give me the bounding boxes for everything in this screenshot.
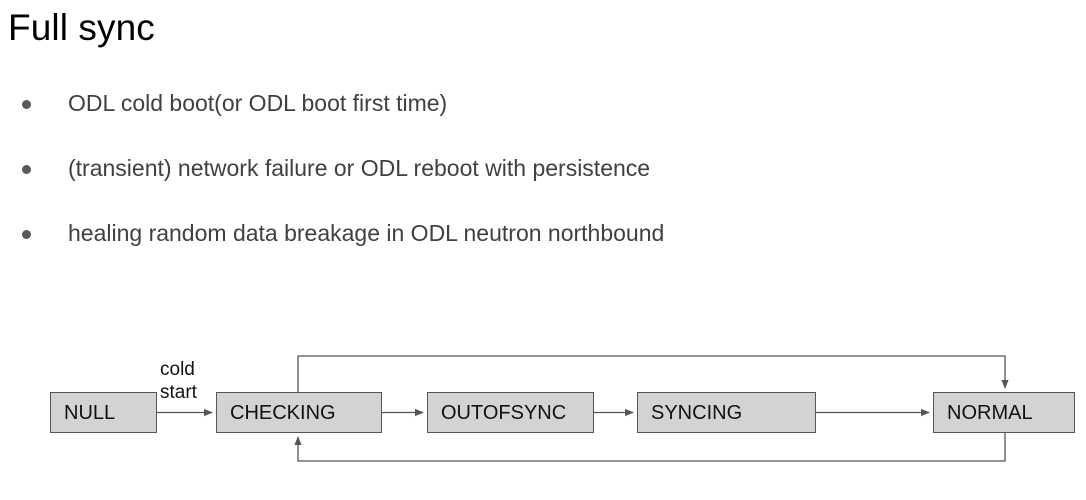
bullet-dot-icon xyxy=(22,100,31,109)
slide-canvas: Full sync ODL cold boot(or ODL boot firs… xyxy=(0,0,1086,500)
bullet-dot-icon xyxy=(22,230,31,239)
state-node-label: OUTOFSYNC xyxy=(441,401,567,424)
list-item-label: healing random data breakage in ODL neut… xyxy=(68,220,665,246)
bullet-dot-icon xyxy=(22,165,31,174)
list-item: (transient) network failure or ODL reboo… xyxy=(0,151,1086,216)
state-node-label: NORMAL xyxy=(947,401,1033,424)
state-node-syncing[interactable]: SYNCING xyxy=(637,392,816,433)
state-node-null[interactable]: NULL xyxy=(50,392,157,433)
edge-label-line-1: cold xyxy=(160,359,195,380)
state-node-label: CHECKING xyxy=(230,401,336,424)
edge-normal-to-checking xyxy=(294,433,1006,462)
state-node-checking[interactable]: CHECKING xyxy=(216,392,382,433)
page-title: Full sync xyxy=(8,7,155,48)
list-item-label: (transient) network failure or ODL reboo… xyxy=(68,155,651,181)
state-machine-diagram: cold start NULL CHECKING OUTOFSYNC SYNCI… xyxy=(0,340,1086,490)
bullet-list: ODL cold boot(or ODL boot first time) (t… xyxy=(0,86,1086,281)
state-node-normal[interactable]: NORMAL xyxy=(933,392,1075,433)
list-item-label: ODL cold boot(or ODL boot first time) xyxy=(68,90,448,116)
state-node-outofsync[interactable]: OUTOFSYNC xyxy=(427,392,594,433)
list-item: ODL cold boot(or ODL boot first time) xyxy=(0,86,1086,151)
state-node-label: SYNCING xyxy=(651,401,743,424)
list-item: healing random data breakage in ODL neut… xyxy=(0,216,1086,281)
state-node-label: NULL xyxy=(64,401,116,424)
edge-checking-to-normal xyxy=(297,355,1009,392)
edge-label-line-2: start xyxy=(160,382,197,403)
edge-label-cold-start: cold start xyxy=(160,358,197,404)
